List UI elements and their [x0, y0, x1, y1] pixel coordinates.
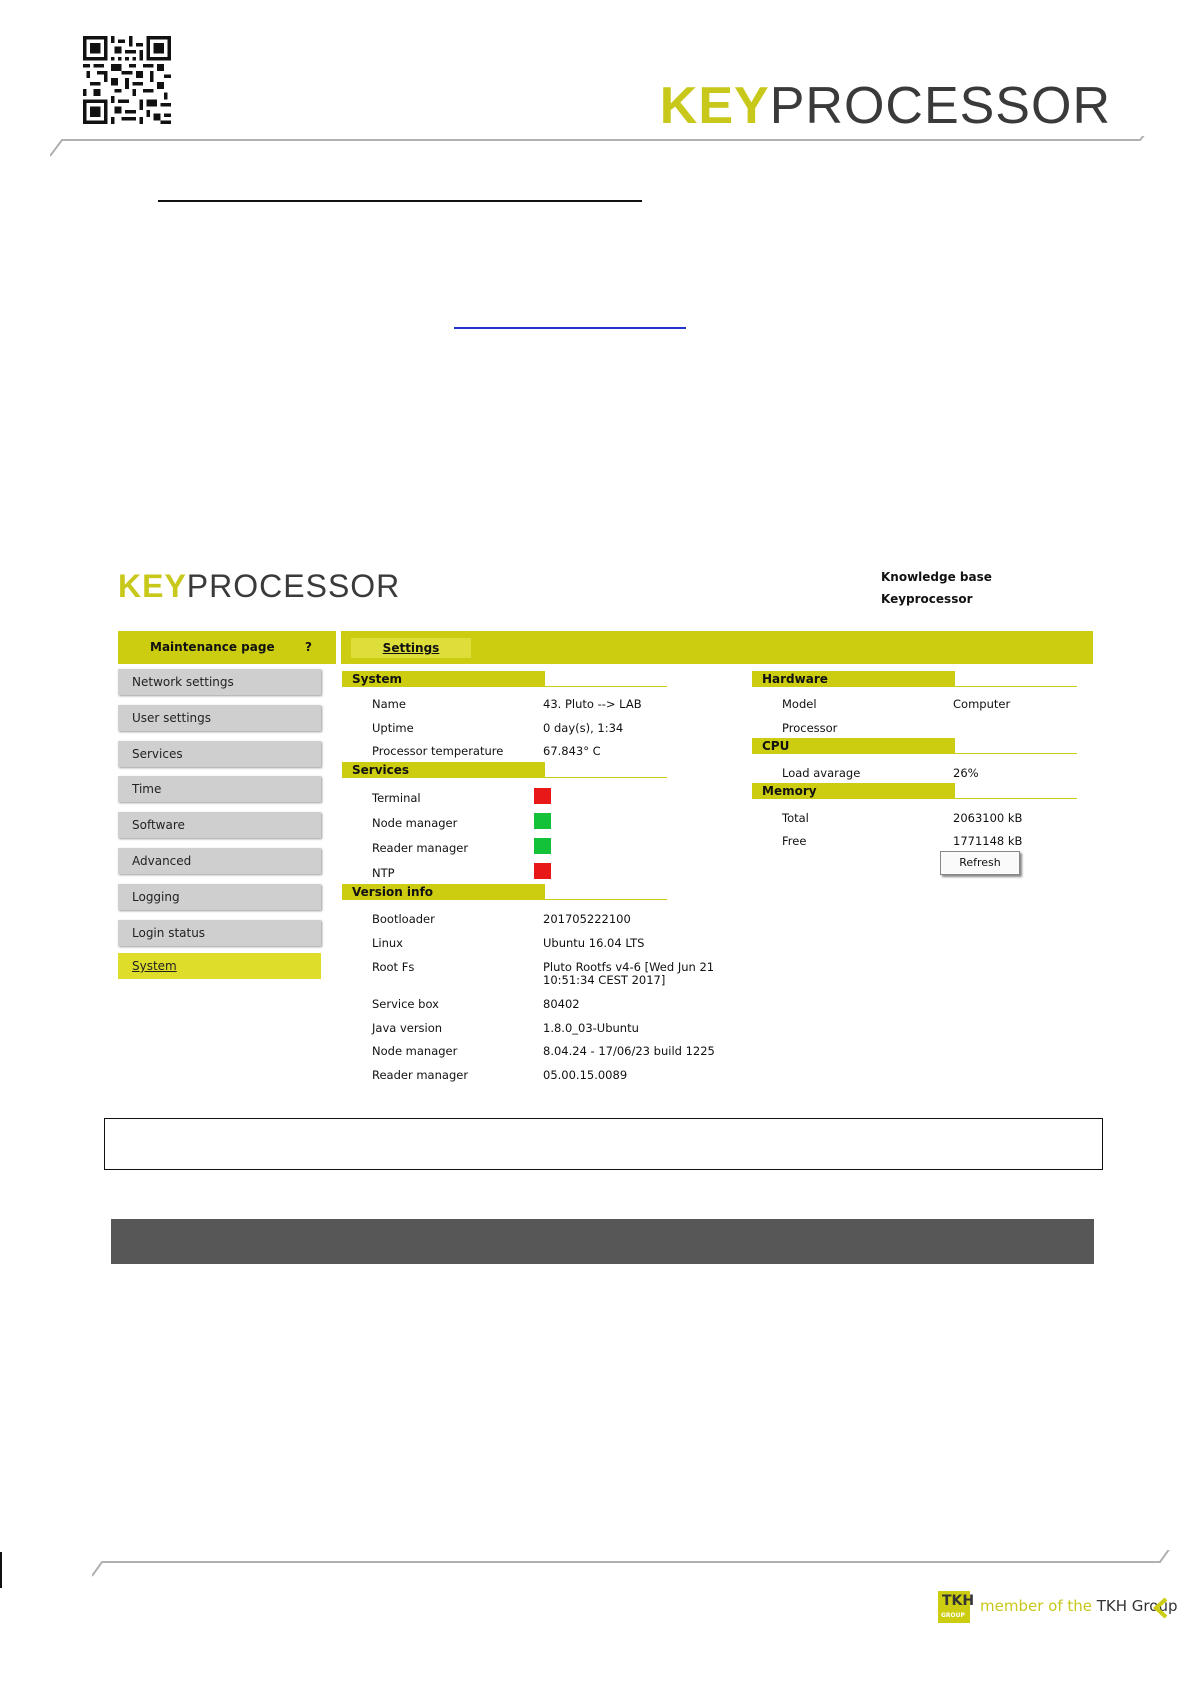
section-system-header: System [342, 671, 545, 687]
version-java-value: 1.8.0_03-Ubuntu [543, 1021, 639, 1035]
section-divider [955, 798, 1077, 799]
version-rootfs-label: Root Fs [372, 960, 415, 974]
section-divider [545, 686, 667, 687]
sidebar-title: Maintenance page [150, 640, 275, 654]
knowledge-base-line-1: Knowledge base [881, 570, 992, 584]
app-brand-logo: KEYPROCESSOR [118, 568, 401, 604]
system-temperature-label: Processor temperature [372, 744, 504, 758]
knowledge-base-line-2: Keyprocessor [881, 592, 973, 606]
service-node-manager-label: Node manager [372, 816, 458, 830]
hardware-processor-label: Processor [782, 721, 838, 735]
section-hardware-header: Hardware [752, 671, 955, 687]
sidebar-item-time[interactable]: Time [118, 776, 321, 802]
header-divider [50, 136, 1145, 157]
qr-code-image [83, 36, 171, 124]
section-divider [955, 686, 1077, 687]
service-node-manager-status [534, 813, 551, 829]
version-rootfs-value-line-2: 10:51:34 CEST 2017] [543, 973, 666, 987]
memory-total-label: Total [782, 811, 809, 825]
section-memory-header: Memory [752, 783, 955, 799]
version-reader-manager-label: Reader manager [372, 1068, 469, 1082]
service-terminal-status [534, 788, 551, 804]
service-ntp-status [534, 863, 551, 879]
version-reader-manager-value: 05.00.15.0089 [543, 1068, 628, 1082]
sidebar-item-logging[interactable]: Logging [118, 884, 321, 910]
memory-free-label: Free [782, 834, 807, 848]
hardware-model-label: Model [782, 697, 817, 711]
knowledge-base-label: Knowledge base Keyprocessor [881, 566, 992, 610]
service-terminal-label: Terminal [372, 791, 421, 805]
refresh-button[interactable]: Refresh [940, 851, 1020, 875]
sidebar-item-network-settings[interactable]: Network settings [118, 669, 321, 695]
section-heading-bar [111, 1219, 1094, 1264]
version-node-manager-label: Node manager [372, 1044, 458, 1058]
help-icon[interactable]: ? [305, 631, 312, 664]
system-uptime-label: Uptime [372, 721, 414, 735]
sidebar-item-advanced[interactable]: Advanced [118, 848, 321, 874]
system-name-label: Name [372, 697, 406, 711]
sidebar-item-login-status[interactable]: Login status [118, 920, 321, 946]
caption-box [104, 1118, 1103, 1170]
service-reader-manager-status [534, 838, 551, 854]
memory-total-value: 2063100 kB [953, 811, 1023, 825]
section-divider [545, 899, 667, 900]
sidebar-item-system[interactable]: System [118, 953, 321, 979]
system-temperature-value: 67.843° C [543, 744, 601, 758]
version-java-label: Java version [372, 1021, 443, 1035]
footer-divider [92, 1550, 1170, 1577]
sidebar-item-services[interactable]: Services [118, 741, 321, 767]
tkh-member-text: member of the TKH Group [980, 1597, 1178, 1615]
system-name-value: 43. Pluto --> LAB [543, 697, 642, 711]
version-rootfs-value: Pluto Rootfs v4-6 [Wed Jun 21 [543, 960, 715, 974]
cpu-load-value: 26% [953, 766, 979, 780]
memory-free-value: 1771148 kB [953, 834, 1023, 848]
version-linux-label: Linux [372, 936, 403, 950]
sidebar-header: Maintenance page ? [118, 631, 336, 664]
service-ntp-label: NTP [372, 866, 395, 880]
version-node-manager-value: 8.04.24 - 17/06/23 build 1225 [543, 1044, 715, 1058]
version-bootloader-value: 201705222100 [543, 912, 631, 926]
document-brand-logo: KEYPROCESSOR [659, 77, 1111, 135]
cpu-load-label: Load avarage [782, 766, 861, 780]
heading-underline [158, 200, 642, 202]
section-divider [545, 777, 667, 778]
tkh-group-logo: TKH GROUP [938, 1591, 974, 1623]
section-services-header: Services [342, 762, 545, 778]
hyperlink-underline[interactable] [454, 327, 686, 329]
sidebar-item-user-settings[interactable]: User settings [118, 705, 321, 731]
section-version-info-header: Version info [342, 884, 545, 900]
section-divider [955, 753, 1077, 754]
system-uptime-value: 0 day(s), 1:34 [543, 721, 624, 735]
version-linux-value: Ubuntu 16.04 LTS [543, 936, 645, 950]
sidebar-item-software[interactable]: Software [118, 812, 321, 838]
version-service-box-label: Service box [372, 997, 439, 1011]
service-reader-manager-label: Reader manager [372, 841, 469, 855]
chevron-left-icon [1153, 1597, 1168, 1619]
version-service-box-value: 80402 [543, 997, 580, 1011]
section-cpu-header: CPU [752, 738, 955, 754]
margin-marker [0, 1552, 2, 1588]
tab-settings[interactable]: Settings [351, 638, 471, 658]
version-bootloader-label: Bootloader [372, 912, 435, 926]
hardware-model-value: Computer [953, 697, 1011, 711]
